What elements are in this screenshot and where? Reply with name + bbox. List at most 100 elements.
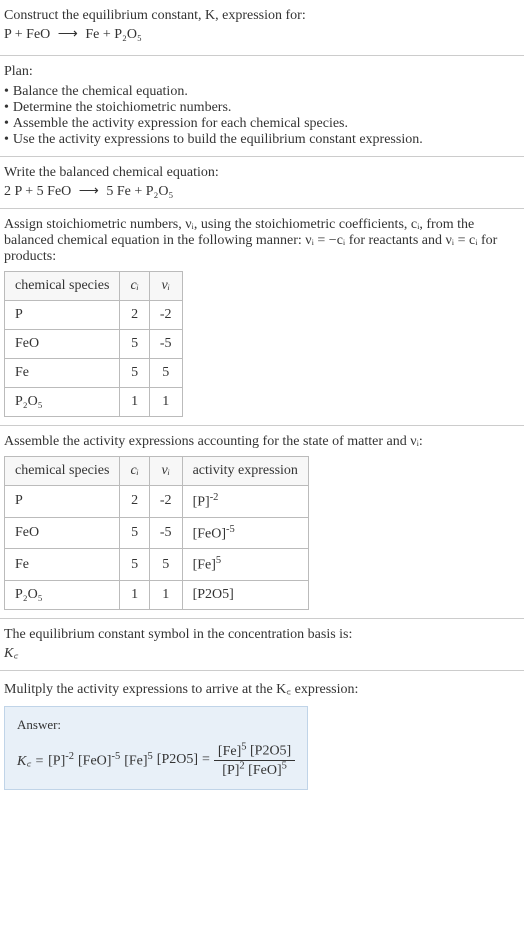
eq-rhs: 5 Fe + P₂O₅ [106,184,173,199]
table-row: Fe55[Fe]5 [5,549,309,581]
term-base: [P2O5] [157,752,198,767]
bullet-icon: • [4,116,9,132]
cell-species: P [5,301,120,330]
col-ci: cᵢ [120,272,149,301]
col-vi: νᵢ [149,272,182,301]
term-base: [P2O5] [250,744,291,759]
cell-ci: 2 [120,301,149,330]
cell-vi: 5 [149,549,182,581]
bullet-text: Balance the chemical equation. [13,84,188,100]
cell-expr: [Fe]5 [182,549,308,581]
bullet-icon: • [4,132,9,148]
term-base: [Fe] [124,753,147,768]
cell-expr: [P]-2 [182,486,308,518]
table-row: FeO5-5 [5,330,183,359]
intro-equation: P + FeO ⟶ Fe + P₂O₅ [4,26,520,43]
cell-vi: 1 [149,388,182,417]
table-row: P2-2 [5,301,183,330]
symbol-section: The equilibrium constant symbol in the c… [0,619,524,671]
cell-ci: 1 [120,388,149,417]
term: [Fe]5 [124,751,153,770]
col-species: chemical species [5,272,120,301]
intro-section: Construct the equilibrium constant, K, e… [0,0,524,56]
table-header-row: chemical species cᵢ νᵢ [5,272,183,301]
term-base: [Fe] [218,744,241,759]
num-term: [P2O5] [250,744,291,759]
fraction: [Fe]5 [P2O5] [P]2 [FeO]5 [214,741,295,779]
eq-lhs: 2 P + 5 FeO [4,184,71,199]
term-exp: -5 [111,751,120,762]
plan-bullets: •Balance the chemical equation. •Determi… [4,84,520,148]
term-base: [FeO] [78,753,111,768]
term-base: [P] [222,763,239,778]
answer-label: Answer: [17,717,295,733]
expr-exp: -5 [226,524,235,535]
fraction-numerator: [Fe]5 [P2O5] [214,741,295,761]
stoich-section: Assign stoichiometric numbers, νᵢ, using… [0,209,524,426]
plan-section: Plan: •Balance the chemical equation. •D… [0,56,524,157]
arrow-icon: ⟶ [58,27,78,42]
balanced-heading: Write the balanced chemical equation: [4,165,520,181]
table-row: P2-2[P]-2 [5,486,309,518]
table-row: P₂O₅11[P2O5] [5,580,309,609]
intro-text: Construct the equilibrium constant, K, e… [4,8,520,24]
expr-base: [FeO] [193,526,226,541]
eq-lhs: P + FeO [4,27,50,42]
bullet-text: Determine the stoichiometric numbers. [13,100,232,116]
cell-ci: 5 [120,517,149,549]
term-exp: 5 [282,761,287,772]
cell-vi: -5 [149,330,182,359]
bullet-text: Assemble the activity expression for eac… [13,116,348,132]
cell-expr: [P2O5] [182,580,308,609]
multiply-heading: Mulitply the activity expressions to arr… [4,679,520,698]
bullet-icon: • [4,100,9,116]
table-row: P₂O₅11 [5,388,183,417]
intro-prompt: Construct the equilibrium constant, K, e… [4,8,306,23]
cell-ci: 5 [120,549,149,581]
cell-species: Fe [5,549,120,581]
eq-rhs: Fe + P₂O₅ [85,27,142,42]
expr-base: [P] [193,495,210,510]
plan-bullet: •Determine the stoichiometric numbers. [4,100,520,116]
answer-box: Answer: K꜀ = [P]-2 [FeO]-5 [Fe]5 [P2O5] … [4,706,308,790]
equals: = [202,752,210,768]
bullet-icon: • [4,84,9,100]
cell-ci: 2 [120,486,149,518]
activity-table: chemical species cᵢ νᵢ activity expressi… [4,456,309,610]
arrow-icon: ⟶ [79,184,99,199]
plan-bullet: •Balance the chemical equation. [4,84,520,100]
plan-bullet: •Assemble the activity expression for ea… [4,116,520,132]
symbol-heading: The equilibrium constant symbol in the c… [4,627,520,643]
cell-ci: 1 [120,580,149,609]
table-row: Fe55 [5,359,183,388]
cell-expr: [FeO]-5 [182,517,308,549]
term-exp: 2 [239,761,244,772]
col-species: chemical species [5,457,120,486]
term-base: [FeO] [248,763,281,778]
symbol-value: K꜀ [4,643,520,662]
col-vi: νᵢ [149,457,182,486]
term: [P]-2 [48,751,74,770]
kc-symbol: K꜀ = [17,751,44,770]
num-term: [Fe]5 [218,744,247,759]
cell-vi: -5 [149,517,182,549]
cell-species: P [5,486,120,518]
activity-section: Assemble the activity expressions accoun… [0,426,524,619]
cell-vi: -2 [149,301,182,330]
expr-base: [Fe] [193,558,216,573]
expr-exp: 5 [216,555,221,566]
term-exp: 5 [148,751,153,762]
plan-heading: Plan: [4,64,520,80]
term-base: [P] [48,753,65,768]
multiply-section: Mulitply the activity expressions to arr… [0,671,524,798]
cell-species: FeO [5,330,120,359]
bullet-text: Use the activity expressions to build th… [13,132,423,148]
cell-ci: 5 [120,359,149,388]
cell-vi: 5 [149,359,182,388]
balanced-equation: 2 P + 5 FeO ⟶ 5 Fe + P₂O₅ [4,183,520,200]
den-term: [FeO]5 [248,763,287,778]
table-header-row: chemical species cᵢ νᵢ activity expressi… [5,457,309,486]
term-exp: -2 [65,751,74,762]
cell-ci: 5 [120,330,149,359]
term: [FeO]-5 [78,751,120,770]
